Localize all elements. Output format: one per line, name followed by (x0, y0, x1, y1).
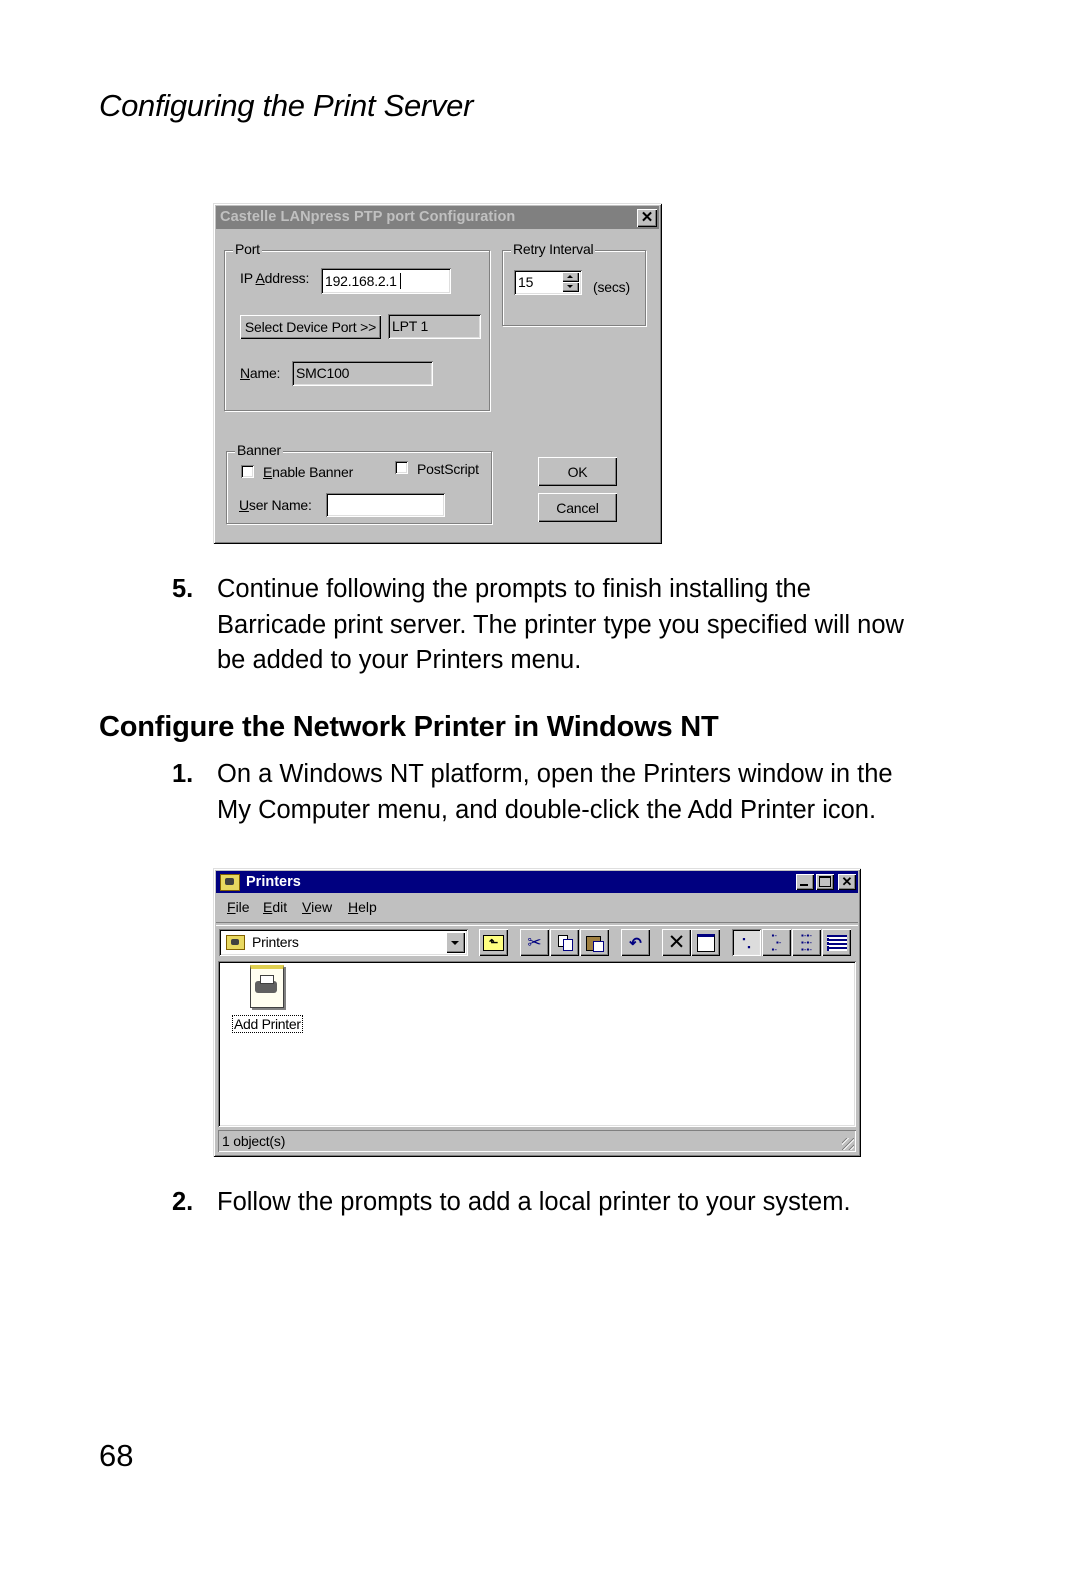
ip-address-label: IP Address: (240, 270, 310, 286)
ok-button[interactable]: OK (538, 457, 617, 486)
chevron-down-icon (451, 941, 459, 945)
arrow-down-icon (567, 285, 573, 288)
menu-help[interactable]: Help (348, 899, 377, 915)
close-button[interactable]: ✕ (637, 209, 657, 227)
port-group-label: Port (233, 241, 262, 257)
up-folder-icon: ⬑ (483, 934, 504, 951)
name-label: Name: (240, 365, 281, 381)
arrow-up-icon (567, 275, 573, 278)
retry-unit-label: (secs) (593, 279, 630, 295)
user-name-input[interactable] (326, 493, 445, 517)
retry-interval-label: Retry Interval (511, 241, 596, 257)
minimize-icon (800, 884, 808, 886)
menu-bar: File Edit View Help (216, 896, 858, 920)
menu-view[interactable]: View (302, 899, 332, 915)
menu-file[interactable]: File (227, 899, 250, 915)
delete-icon: ✕ (667, 931, 686, 954)
retry-interval-value: 15 (518, 274, 534, 290)
dialog-title: Castelle LANpress PTP port Configuration (220, 209, 516, 225)
menu-edit[interactable]: Edit (263, 899, 287, 915)
printers-window: Printers ✕ File Edit View Help Printers … (213, 868, 861, 1157)
step-text-line: On a Windows NT platform, open the Print… (217, 760, 893, 788)
step-text-line: My Computer menu, and double-click the A… (217, 795, 877, 824)
address-combobox[interactable]: Printers (219, 929, 468, 956)
dialog-titlebar[interactable]: Castelle LANpress PTP port Configuration… (216, 206, 659, 229)
device-port-field: LPT 1 (388, 314, 481, 339)
small-icons-button[interactable]: ▪- ▪- ▪- (762, 929, 791, 956)
minimize-button[interactable] (796, 874, 814, 890)
step-number: 5. (172, 575, 194, 603)
large-icons-button[interactable]: ▪ ▪ (732, 929, 761, 956)
step-text-line: be added to your Printers menu. (217, 646, 582, 674)
details-icon (826, 934, 847, 951)
details-button[interactable] (822, 929, 851, 956)
printers-folder-icon (226, 935, 245, 950)
cancel-button[interactable]: Cancel (538, 493, 617, 522)
printers-content-area: Add Printer (218, 961, 856, 1127)
ip-address-input[interactable]: 192.168.2.1 (321, 268, 451, 294)
maximize-button[interactable] (816, 874, 834, 890)
name-field: SMC100 (292, 361, 433, 386)
postscript-checkbox[interactable] (395, 461, 408, 474)
page-number: 68 (99, 1438, 134, 1473)
maximize-icon (819, 876, 831, 887)
window-title: Printers (246, 874, 301, 890)
text-caret (400, 273, 401, 289)
port-configuration-dialog: Castelle LANpress PTP port Configuration… (213, 203, 662, 544)
retry-interval-spinner[interactable]: 15 (514, 270, 582, 295)
paste-icon (585, 934, 604, 952)
undo-button[interactable]: ↶ (621, 929, 650, 956)
close-icon: ✕ (640, 209, 654, 226)
status-text: 1 object(s) (222, 1133, 286, 1149)
device-port-value: LPT 1 (392, 318, 429, 334)
add-printer-icon (250, 965, 284, 1008)
copy-icon (557, 935, 573, 951)
address-value: Printers (252, 934, 299, 950)
list-button[interactable]: ▪-▪- ▪-▪- ▪-▪- (792, 929, 821, 956)
toolbar-divider (216, 922, 858, 926)
properties-button[interactable] (691, 929, 720, 956)
enable-banner-label: Enable Banner (263, 464, 354, 480)
enable-banner-checkbox[interactable] (241, 465, 254, 478)
add-printer-label: Add Printer (232, 1015, 303, 1033)
running-head: Configuring the Print Server (99, 88, 474, 123)
printers-folder-icon (220, 874, 240, 891)
banner-group-label: Banner (235, 442, 283, 458)
up-one-level-button[interactable]: ⬑ (479, 929, 508, 956)
large-icons-icon: ▪ ▪ (742, 933, 751, 952)
step-number: 1. (172, 760, 194, 788)
select-device-port-button[interactable]: Select Device Port >> (240, 315, 381, 339)
step-text-line: Follow the prompts to add a local printe… (217, 1188, 851, 1216)
delete-button[interactable]: ✕ (662, 929, 691, 956)
section-heading: Configure the Network Printer in Windows… (99, 711, 719, 743)
cut-icon: ✂ (527, 932, 542, 952)
step-number: 2. (172, 1188, 194, 1216)
status-bar: 1 object(s) (218, 1130, 856, 1152)
name-value: SMC100 (296, 365, 350, 381)
resize-grip-icon[interactable] (842, 1138, 854, 1150)
ip-address-value: 192.168.2.1 (325, 273, 397, 289)
spin-up-button[interactable] (562, 272, 579, 282)
close-button[interactable]: ✕ (838, 874, 856, 890)
spin-down-button[interactable] (562, 282, 579, 292)
close-icon: ✕ (841, 874, 853, 889)
list-icon: ▪-▪- ▪-▪- ▪-▪- (801, 931, 812, 954)
cut-button[interactable]: ✂ (520, 929, 549, 956)
printers-titlebar[interactable]: Printers ✕ (216, 871, 858, 893)
address-dropdown-button[interactable] (446, 932, 465, 953)
small-icons-icon: ▪- ▪- ▪- (771, 931, 782, 954)
step-text-line: Continue following the prompts to finish… (217, 575, 811, 603)
undo-icon: ↶ (629, 934, 642, 952)
user-name-label: User Name: (239, 497, 312, 513)
properties-icon (696, 933, 715, 952)
postscript-label: PostScript (417, 461, 479, 477)
step-text-line: Barricade print server. The printer type… (217, 610, 904, 639)
copy-button[interactable] (550, 929, 579, 956)
paste-button[interactable] (580, 929, 609, 956)
add-printer-item[interactable]: Add Printer (232, 965, 303, 1043)
